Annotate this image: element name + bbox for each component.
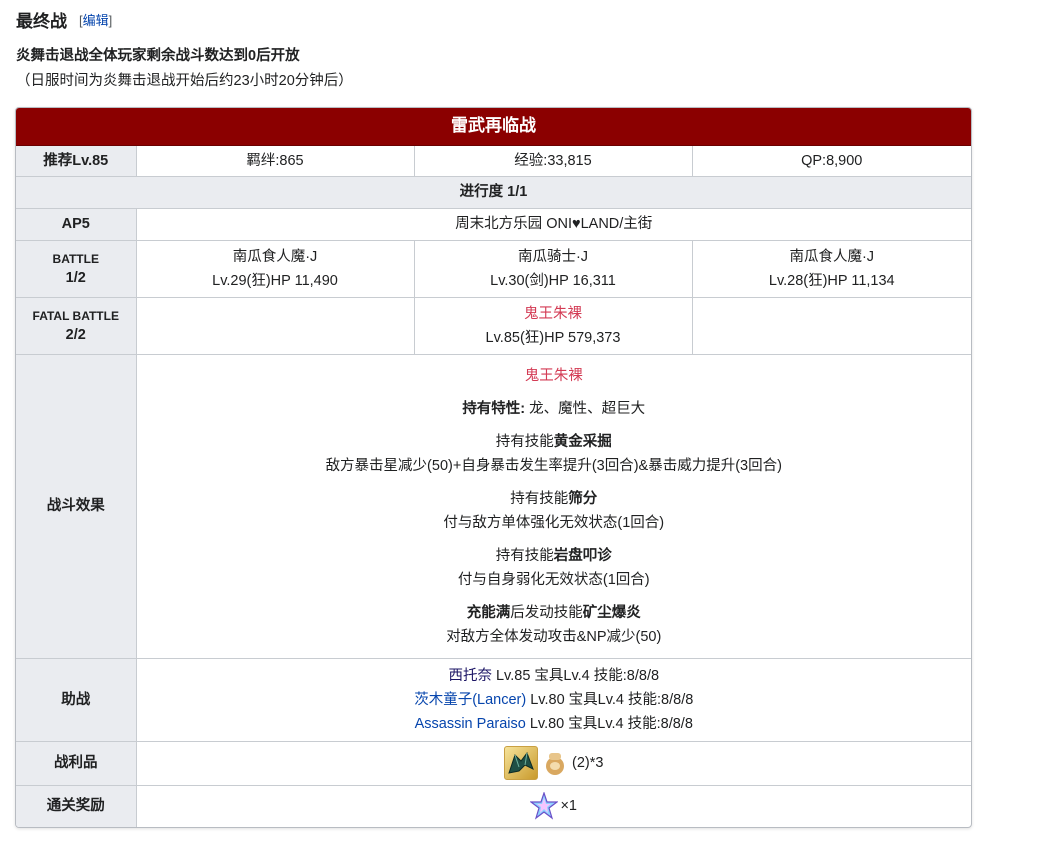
- skill-title: 持有技能黄金采掘: [141, 430, 968, 454]
- progress-header: 进行度 1/1: [16, 175, 971, 209]
- unlock-time-note: （日服时间为炎舞击退战开始后约23小时20分钟后）: [16, 73, 353, 89]
- reward-label: 通关奖励: [16, 784, 137, 827]
- drops-label: 战利品: [16, 740, 137, 786]
- skill-title: 持有技能筛分: [141, 487, 968, 511]
- recommend-level: 推荐Lv.85: [16, 144, 137, 177]
- skill-name: 筛分: [568, 490, 598, 507]
- skill-name: 黄金采掘: [553, 433, 612, 450]
- skill-desc: 付与敌方单体强化无效状态(1回合): [443, 514, 665, 531]
- battle2-label-bottom: 2/2: [65, 326, 86, 343]
- support-list: 西托奈 Lv.85 宝具Lv.4 技能:8/8/8 茨木童子(Lancer) L…: [135, 657, 971, 742]
- support-servant-link[interactable]: 茨木童子(Lancer): [414, 692, 526, 708]
- support-detail: Lv.80 宝具Lv.4 技能:8/8/8: [525, 715, 693, 732]
- empty-enemy-cell: [135, 296, 415, 355]
- skill-prefix: 持有技能: [495, 547, 554, 564]
- support-row: 茨木童子(Lancer) Lv.80 宝具Lv.4 技能:8/8/8: [141, 688, 968, 712]
- enemy-cell: 南瓜食人魔·J Lv.28(狂)HP 11,134: [691, 239, 971, 298]
- enemy-name: 南瓜食人魔·J: [789, 248, 875, 265]
- effects-label: 战斗效果: [16, 353, 137, 659]
- np-skill-name: 矿尘爆炎: [582, 604, 641, 621]
- enemy-name: 南瓜骑士·J: [517, 248, 589, 265]
- golden-jar-item-icon[interactable]: [544, 750, 566, 776]
- boss-stats: Lv.85(狂)HP 579,373: [485, 329, 621, 346]
- np-skill-title: 充能满后发动技能矿尘爆炎: [141, 601, 968, 625]
- skill-title: 持有技能岩盘叩诊: [141, 544, 968, 568]
- np-condition: 充能满: [466, 604, 511, 621]
- skill-desc: 付与自身弱化无效状态(1回合): [457, 571, 650, 588]
- empty-enemy-cell: [691, 296, 971, 355]
- support-row: 西托奈 Lv.85 宝具Lv.4 技能:8/8/8: [141, 664, 968, 688]
- qp-reward: QP:8,900: [691, 144, 971, 177]
- enemy-stats: Lv.29(狂)HP 11,490: [212, 272, 338, 289]
- support-servant-link[interactable]: 西托奈: [448, 668, 492, 684]
- skill-desc: 敌方暴击星减少(50)+自身暴击发生率提升(3回合)&暴击威力提升(3回合): [325, 457, 782, 474]
- skill-name: 岩盘叩诊: [553, 547, 612, 564]
- enemy-stats: Lv.28(狂)HP 11,134: [768, 272, 895, 289]
- effects-content: 鬼王朱裸 持有特性: 龙、魔性、超巨大 持有技能黄金采掘 敌方暴击星减少(50)…: [135, 353, 971, 659]
- enemy-cell: 南瓜食人魔·J Lv.29(狂)HP 11,490: [135, 239, 415, 298]
- enemy-name: 南瓜食人魔·J: [232, 248, 318, 265]
- dragon-wing-item-icon[interactable]: [504, 746, 539, 780]
- edit-link[interactable]: 编辑: [83, 13, 109, 28]
- quest-table: 雷武再临战 推荐Lv.85 羁绊:865 经验:33,815 QP:8,900 …: [15, 107, 972, 828]
- bond-points: 羁绊:865: [135, 144, 415, 177]
- quest-name: 雷武再临战: [16, 108, 971, 146]
- traits-value: 龙、魔性、超巨大: [525, 400, 646, 417]
- edit-bracket-close: ]: [108, 12, 113, 28]
- quest-location: 周末北方乐园 ONI♥LAND/主街: [135, 207, 971, 241]
- battle2-label: FATAL BATTLE 2/2: [16, 296, 137, 355]
- support-row: Assassin Paraiso Lv.80 宝具Lv.4 技能:8/8/8: [141, 712, 968, 736]
- exp-points: 经验:33,815: [413, 144, 693, 177]
- enemy-stats: Lv.30(剑)HP 16,311: [490, 272, 616, 289]
- battle1-label-bottom: 1/2: [65, 269, 86, 286]
- boss-cell: 鬼王朱裸 Lv.85(狂)HP 579,373: [413, 296, 693, 355]
- drops-content: (2)*3: [135, 740, 971, 786]
- reward-content: ×1: [135, 784, 971, 827]
- battle2-label-top: FATAL BATTLE: [32, 308, 119, 323]
- support-detail: Lv.85 宝具Lv.4 技能:8/8/8: [491, 667, 660, 684]
- support-detail: Lv.80 宝具Lv.4 技能:8/8/8: [526, 691, 694, 708]
- section-title: 最终战: [16, 11, 67, 31]
- battle1-label-top: BATTLE: [52, 251, 99, 266]
- ap-cost: AP5: [16, 207, 137, 241]
- support-label: 助战: [16, 657, 137, 742]
- reward-count: ×1: [560, 798, 578, 815]
- enemy-cell: 南瓜骑士·J Lv.30(剑)HP 16,311: [413, 239, 693, 298]
- drop-count: (2)*3: [572, 755, 604, 771]
- unlock-condition: 炎舞击退战全体玩家剩余战斗数达到0后开放: [16, 48, 300, 64]
- support-servant-link[interactable]: Assassin Paraiso: [415, 716, 526, 732]
- np-skill-desc: 对敌方全体发动攻击&NP减少(50): [446, 628, 662, 645]
- skill-prefix: 持有技能: [510, 490, 569, 507]
- edit-section: [编辑]: [79, 10, 112, 29]
- effects-boss-name: 鬼王朱裸: [524, 367, 583, 384]
- skill-prefix: 持有技能: [495, 433, 554, 450]
- section-heading: 最终战 [编辑]: [16, 6, 112, 32]
- traits-label: 持有特性:: [462, 400, 526, 417]
- np-mid: 后发动技能: [510, 604, 583, 621]
- boss-traits: 持有特性: 龙、魔性、超巨大: [141, 397, 968, 421]
- battle1-label: BATTLE 1/2: [16, 239, 137, 298]
- saint-quartz-icon[interactable]: [529, 791, 560, 820]
- boss-name: 鬼王朱裸: [524, 305, 582, 322]
